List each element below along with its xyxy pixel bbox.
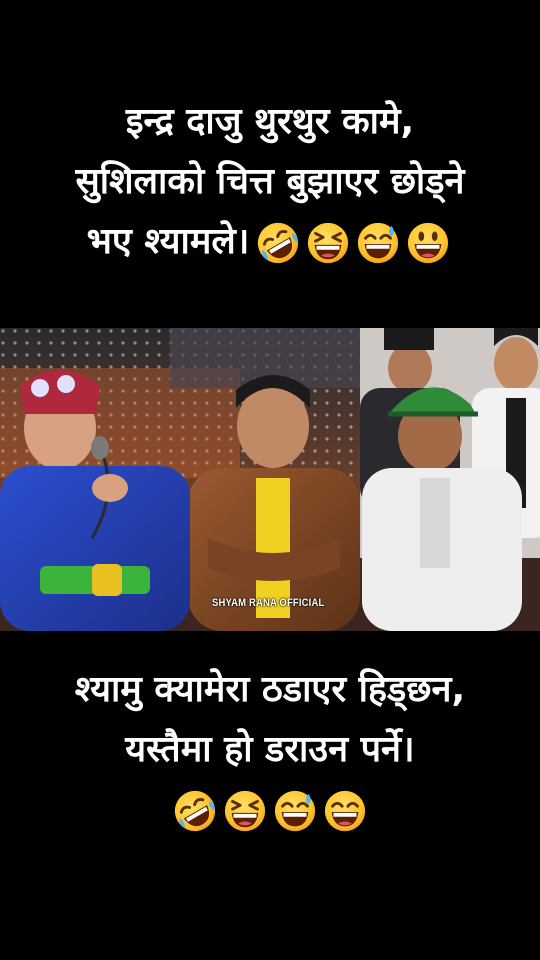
top-emoji-row xyxy=(253,212,453,272)
top-caption-line-1: इन्द्र दाजु थुरथुर कामे, xyxy=(125,101,415,142)
top-caption-line-2: सुशिलाको चित्त बुझाएर छोड्ने xyxy=(75,161,465,202)
rolling-on-floor-laughing-emoji-icon xyxy=(255,220,301,266)
grinning-smiling-eyes-emoji-icon xyxy=(322,788,368,834)
grinning-big-eyes-emoji-icon xyxy=(405,220,451,266)
bottom-emoji-row xyxy=(0,780,540,840)
grinning-squinting-emoji-icon xyxy=(222,788,268,834)
grinning-sweat-emoji-icon xyxy=(355,220,401,266)
grinning-sweat-emoji-icon xyxy=(272,788,318,834)
video-still-image xyxy=(0,328,540,631)
top-caption-line-3: भए श्यामले। xyxy=(0,212,540,272)
video-watermark: SHYAM RANA OFFICIAL xyxy=(212,597,325,609)
rolling-on-floor-laughing-emoji-icon xyxy=(172,788,218,834)
top-caption: इन्द्र दाजु थुरथुर कामे, सुशिलाको चित्त … xyxy=(0,92,540,272)
bottom-caption: श्यामु क्यामेरा ठडाएर हिड्छन, यस्तैमा हो… xyxy=(0,660,540,840)
top-caption-line-3-text: भए श्यामले। xyxy=(86,221,250,262)
video-frame[interactable]: SHYAM RANA OFFICIAL xyxy=(0,328,540,631)
bottom-caption-line-2: यस्तैमा हो डराउन पर्ने। xyxy=(125,729,415,770)
bottom-caption-line-1: श्यामु क्यामेरा ठडाएर हिड्छन, xyxy=(74,669,466,710)
grinning-squinting-emoji-icon xyxy=(305,220,351,266)
